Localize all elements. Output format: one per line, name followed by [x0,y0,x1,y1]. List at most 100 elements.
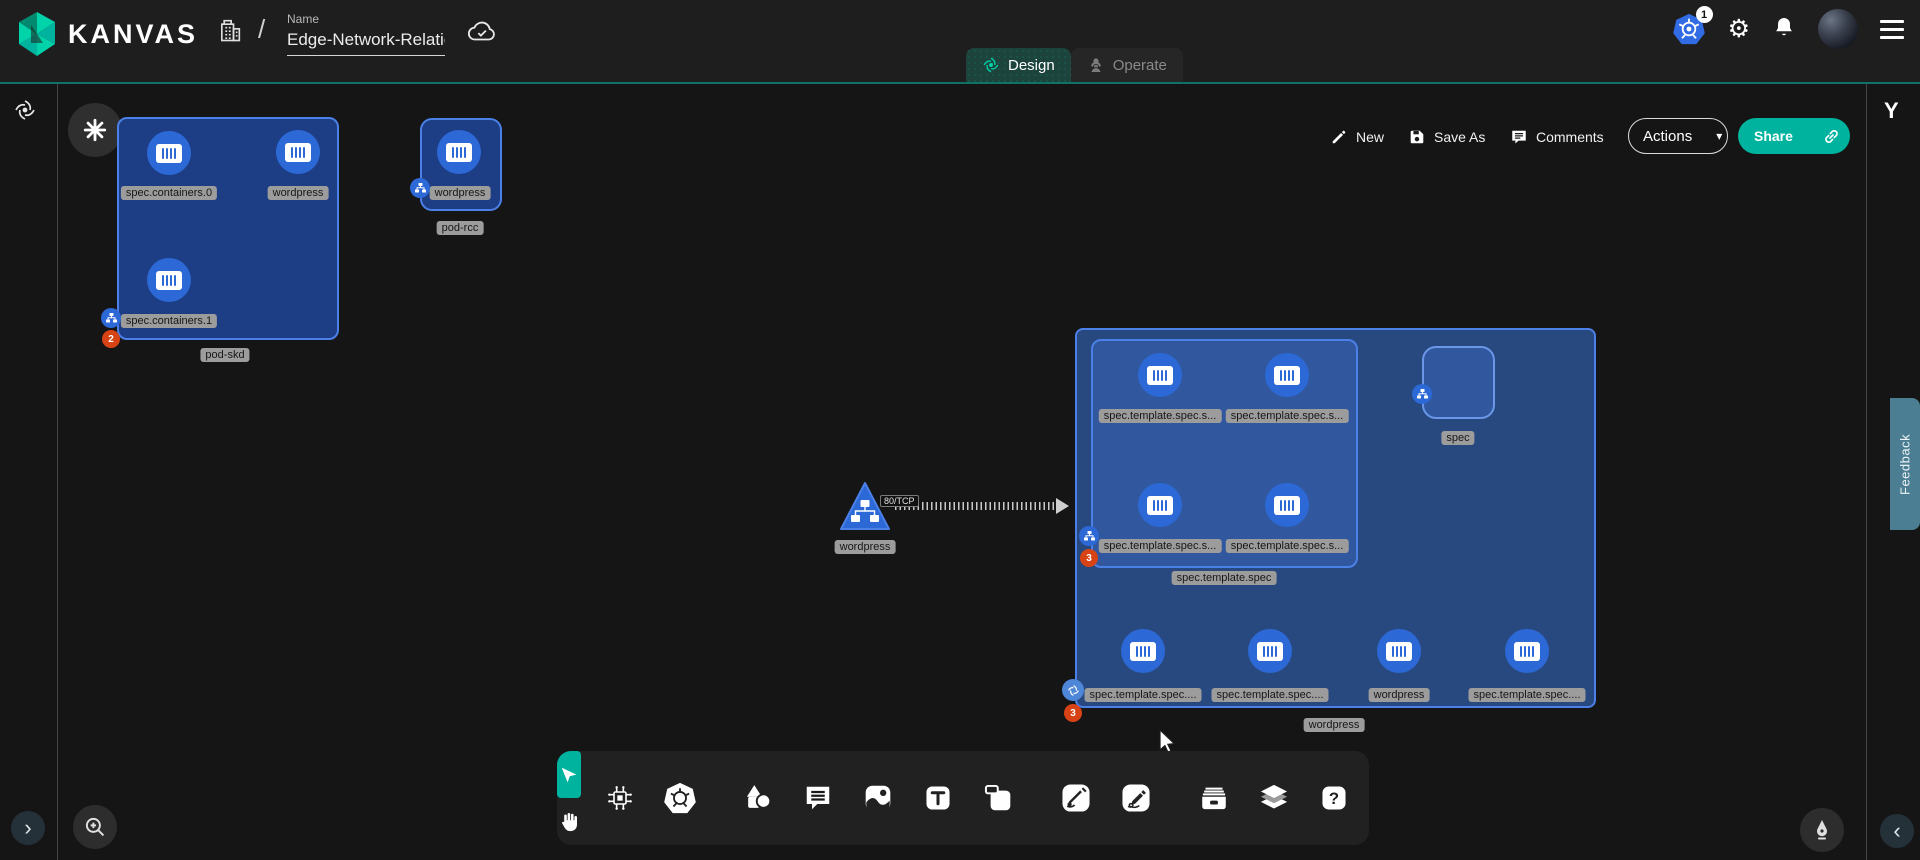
header-actions: 1 ⚙ [1672,0,1904,58]
error-count-badge[interactable]: 3 [1080,549,1098,567]
pan-tool-button[interactable] [557,798,581,845]
node-wordpress-pod-skd[interactable] [276,130,320,174]
note-tool-button[interactable] [978,778,1018,818]
container-icon [1514,642,1540,661]
group-label: pod-rcc [437,221,484,235]
pencil-tool-button[interactable] [1116,778,1156,818]
user-avatar[interactable] [1818,9,1858,49]
import-drawer-button[interactable] [1194,778,1234,818]
design-name-input[interactable] [287,28,445,56]
actions-split-button: Actions ▾ [1628,118,1728,154]
node-template-container-1[interactable] [1265,353,1309,397]
actions-label: Actions [1643,128,1692,145]
save-as-button[interactable]: Save As [1408,128,1485,146]
service-label: wordpress [835,540,896,554]
pen-mode-button[interactable] [1800,808,1844,852]
node-spec-containers-1[interactable] [147,258,191,302]
text-tool-button[interactable] [918,778,958,818]
cluster-node[interactable] [68,103,122,157]
relationship-badge[interactable] [410,178,430,198]
k8s-context-switcher[interactable]: 1 [1672,12,1706,46]
expand-left-panel-button[interactable]: › [11,811,45,845]
feedback-tab[interactable]: Feedback [1890,398,1920,530]
help-button[interactable]: ? [1314,778,1354,818]
node-label: spec.template.spec.s... [1099,539,1222,553]
settings-gear-icon[interactable]: ⚙ [1728,17,1750,42]
mode-tabs: Design Operate [966,48,1183,82]
comment-tool-button[interactable] [798,778,838,818]
edge-arrowhead-icon [1056,498,1069,514]
container-icon [156,144,182,163]
comments-button[interactable]: Comments [1510,128,1604,146]
error-count-badge[interactable]: 2 [102,330,120,348]
pen-tool-button[interactable] [1056,778,1096,818]
zoom-button[interactable] [73,805,117,849]
image-tool-button[interactable] [858,778,898,818]
container-icon [1386,642,1412,661]
select-tool-button[interactable] [557,751,581,798]
annotation-tools [719,751,1037,845]
link-icon [1822,127,1841,146]
cursor-arrow-icon [558,764,580,786]
tab-operate-label: Operate [1113,57,1167,74]
share-button[interactable]: Share [1738,118,1809,154]
chevron-right-icon: › [24,817,31,839]
container-icon [1147,496,1173,515]
node-template-container-3[interactable] [1265,483,1309,527]
group-label: pod-skd [200,348,249,362]
container-icon [1274,366,1300,385]
operate-people-icon [1087,56,1105,74]
tab-design[interactable]: Design [966,48,1071,82]
context-count-badge: 1 [1696,6,1713,23]
text-icon [923,783,953,813]
kubernetes-tool-button[interactable] [660,778,700,818]
spiral-icon [1067,684,1080,697]
organization-icon[interactable] [216,16,244,49]
node-spec-containers-0[interactable] [147,131,191,175]
node-label: wordpress [1369,688,1430,702]
node-template-container-0[interactable] [1138,353,1182,397]
hamburger-menu-icon[interactable] [1880,20,1904,39]
node-template-container-2[interactable] [1138,483,1182,527]
container-icon [156,271,182,290]
group-pod-template[interactable] [1091,339,1358,568]
svg-text:?: ? [1329,789,1339,808]
actions-button[interactable]: Actions [1629,119,1706,153]
node-wordpress-pod-rcc[interactable] [437,130,481,174]
sitemap-icon [106,313,117,323]
image-icon [862,782,894,814]
meshery-badge[interactable] [1062,679,1084,701]
error-count-badge[interactable]: 3 [1064,704,1082,722]
top-header: KANVAS / Name [0,0,1920,84]
node-deploy-container-2[interactable] [1377,629,1421,673]
copy-link-button[interactable] [1809,118,1850,154]
actions-dropdown-button[interactable]: ▾ [1706,119,1728,153]
pen-nib-icon [1810,818,1834,842]
node-deploy-container-1[interactable] [1248,629,1292,673]
design-name-field: Name [287,12,445,56]
relationship-badge[interactable] [101,308,121,328]
relationship-badge[interactable] [1412,384,1432,404]
new-button[interactable]: New [1330,128,1384,146]
service-edge[interactable] [895,502,1058,510]
service-node[interactable] [838,478,892,536]
component-tool-button[interactable] [600,778,640,818]
kanvas-logo[interactable]: KANVAS [16,11,198,57]
sitemap-icon [415,183,426,193]
meshery-spinner-icon [13,98,37,127]
kanvas-app: KANVAS / Name [0,0,1920,860]
collapse-right-panel-button[interactable]: ‹ [1880,814,1914,848]
node-spec[interactable] [1422,346,1495,419]
node-deploy-container-3[interactable] [1505,629,1549,673]
layers-button[interactable] [1254,778,1294,818]
sitemap-icon [1084,531,1095,541]
relationship-badge[interactable] [1079,526,1099,546]
notifications-bell-icon[interactable] [1772,15,1796,44]
canvas-toolbar: ? [557,751,1369,845]
node-label: spec.template.spec.... [1469,688,1586,702]
chevron-left-icon: ‹ [1893,820,1900,842]
shapes-tool-button[interactable] [738,778,778,818]
node-deploy-container-0[interactable] [1121,629,1165,673]
tab-operate[interactable]: Operate [1071,48,1183,82]
chip-icon [604,782,636,814]
